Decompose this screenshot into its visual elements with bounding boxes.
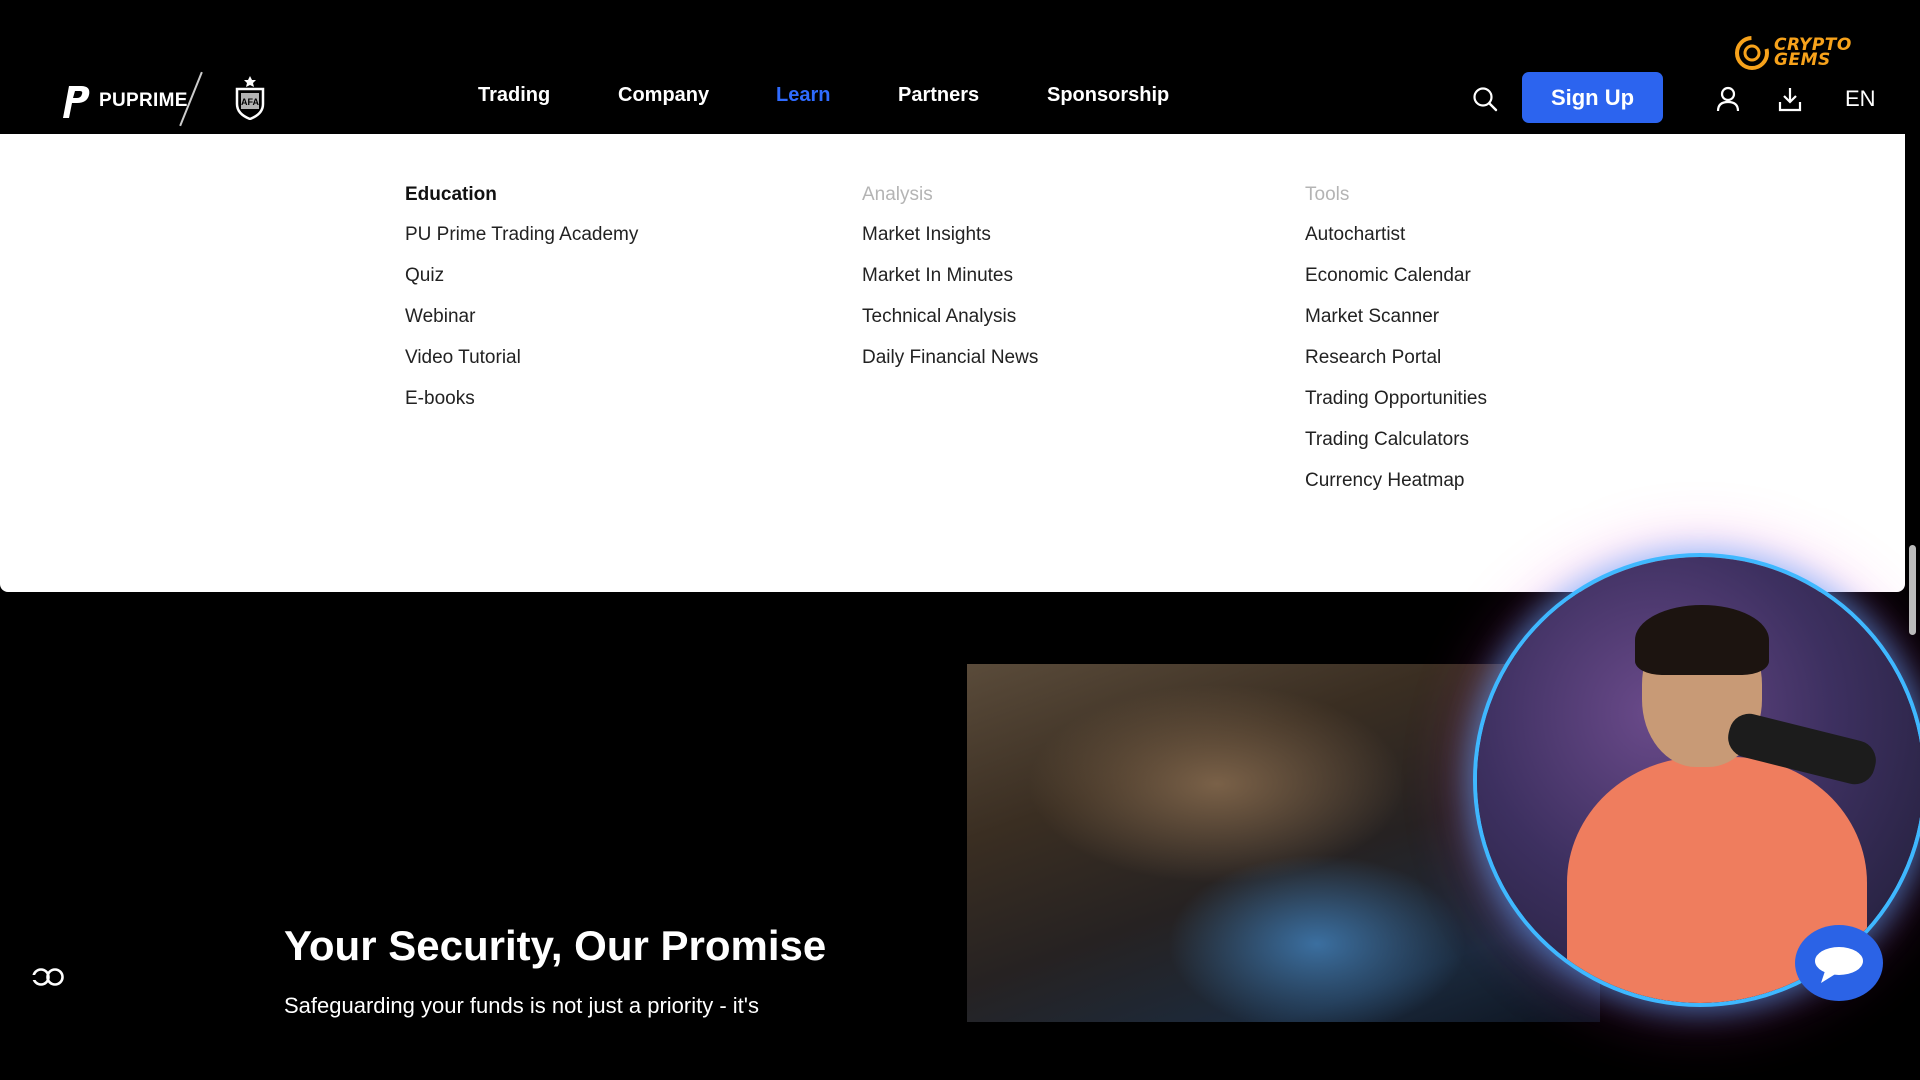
nav-partners[interactable]: Partners: [898, 84, 979, 107]
nav-trading[interactable]: Trading: [478, 84, 550, 107]
user-icon[interactable]: [1713, 84, 1743, 114]
site-header: PUPRIME AFA Trading Company Learn Partne…: [0, 0, 1905, 134]
menu-item-research-portal[interactable]: Research Portal: [1305, 347, 1487, 388]
menu-item-trading-calculators[interactable]: Trading Calculators: [1305, 429, 1487, 470]
nav-learn[interactable]: Learn: [776, 84, 830, 107]
menu-item-daily-financial-news[interactable]: Daily Financial News: [862, 347, 1038, 388]
menu-item-currency-heatmap[interactable]: Currency Heatmap: [1305, 470, 1487, 511]
nav-company[interactable]: Company: [618, 84, 709, 107]
scrollbar-thumb[interactable]: [1909, 545, 1916, 635]
menu-item-quiz[interactable]: Quiz: [405, 265, 638, 306]
menu-heading-education: Education: [405, 184, 497, 205]
search-icon[interactable]: [1470, 84, 1500, 114]
sign-up-button[interactable]: Sign Up: [1522, 72, 1663, 123]
menu-item-market-scanner[interactable]: Market Scanner: [1305, 306, 1487, 347]
watermark-line2: GEMS: [1774, 50, 1831, 70]
menu-item-economic-calendar[interactable]: Economic Calendar: [1305, 265, 1487, 306]
menu-item-technical-analysis[interactable]: Technical Analysis: [862, 306, 1038, 347]
menu-item-autochartist[interactable]: Autochartist: [1305, 224, 1487, 265]
chat-bubble-icon[interactable]: [1795, 925, 1883, 1001]
nav-sponsorship[interactable]: Sponsorship: [1047, 84, 1169, 107]
accessibility-toggle-icon[interactable]: [28, 962, 68, 992]
hero-title: Your Security, Our Promise: [284, 922, 827, 969]
menu-column-education: Education PU Prime Trading Academy Quiz …: [405, 184, 638, 429]
menu-item-ebooks[interactable]: E-books: [405, 388, 638, 429]
afa-crest-icon: AFA: [235, 76, 265, 120]
crypto-gems-watermark: CRYPTO GEMS: [1732, 32, 1892, 74]
puprime-logo[interactable]: PUPRIME: [55, 82, 188, 120]
learn-dropdown-menu: Education PU Prime Trading Academy Quiz …: [0, 134, 1905, 592]
language-selector[interactable]: EN: [1845, 86, 1876, 112]
menu-column-analysis: Analysis Market Insights Market In Minut…: [862, 184, 1038, 388]
page-scrollbar[interactable]: [1905, 60, 1920, 1020]
menu-item-webinar[interactable]: Webinar: [405, 306, 638, 347]
menu-item-trading-academy[interactable]: PU Prime Trading Academy: [405, 224, 638, 265]
puprime-logo-mark-icon: [63, 86, 90, 118]
hero-subtitle: Safeguarding your funds is not just a pr…: [284, 993, 759, 1018]
download-icon[interactable]: [1775, 84, 1805, 114]
menu-item-market-in-minutes[interactable]: Market In Minutes: [862, 265, 1038, 306]
menu-item-video-tutorial[interactable]: Video Tutorial: [405, 347, 638, 388]
menu-column-tools: Tools Autochartist Economic Calendar Mar…: [1305, 184, 1487, 511]
crypto-gems-logo-icon: [1735, 36, 1769, 70]
menu-item-trading-opportunities[interactable]: Trading Opportunities: [1305, 388, 1487, 429]
svg-text:AFA: AFA: [241, 97, 260, 107]
menu-heading-tools: Tools: [1305, 184, 1350, 205]
logo-text: PUPRIME: [99, 90, 188, 111]
menu-item-market-insights[interactable]: Market Insights: [862, 224, 1038, 265]
menu-heading-analysis: Analysis: [862, 184, 933, 205]
